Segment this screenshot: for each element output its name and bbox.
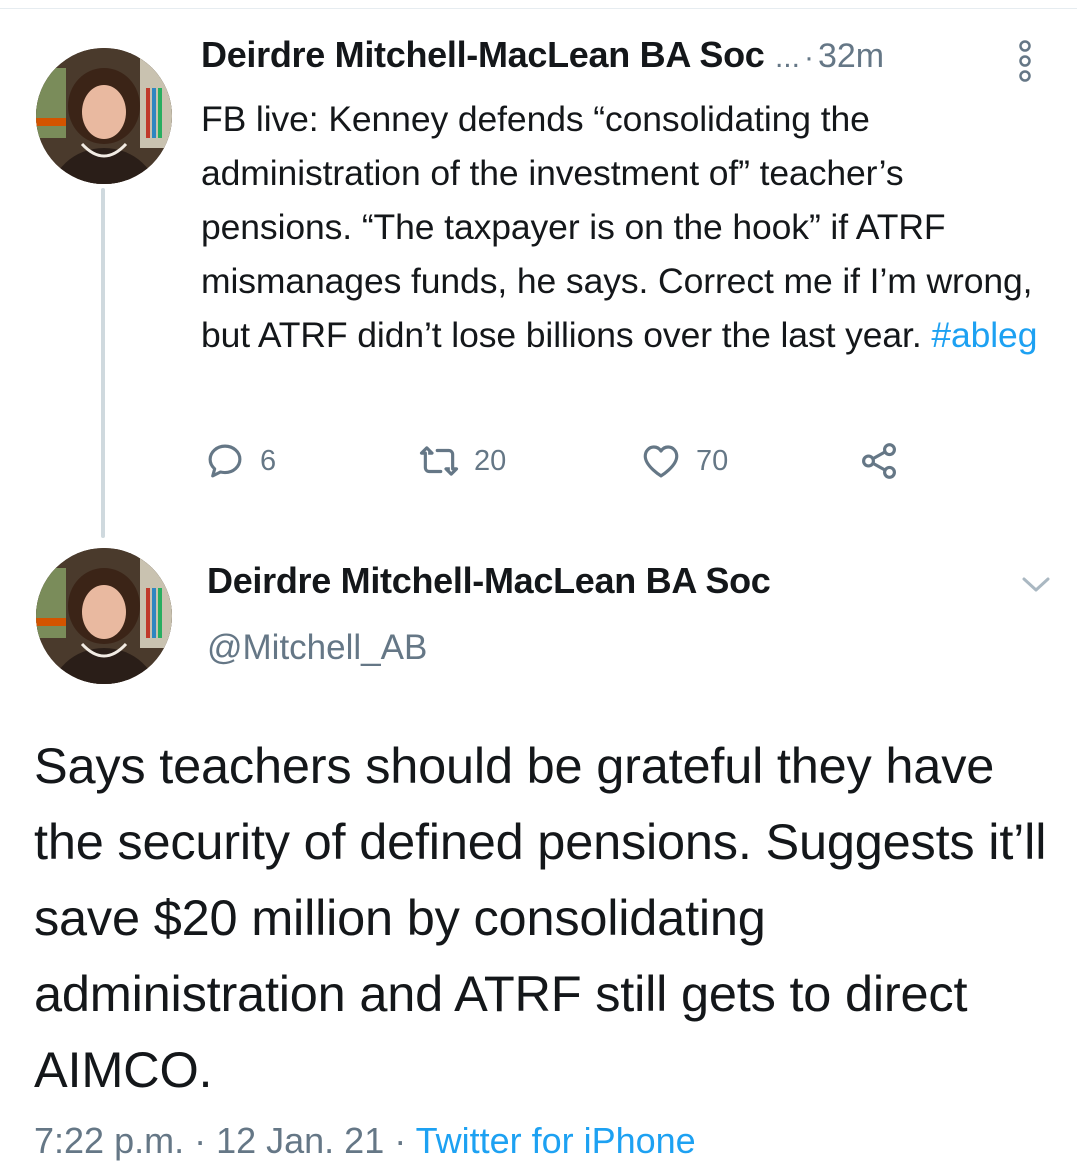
share-button[interactable]	[858, 438, 914, 484]
tweet-source-link[interactable]: Twitter for iPhone	[416, 1120, 696, 1161]
author-name[interactable]: Deirdre Mitchell-MacLean BA Soc	[207, 560, 771, 602]
separator-dot: ·	[184, 1120, 217, 1161]
tweet-text: Says teachers should be grateful they ha…	[34, 737, 1047, 1098]
hashtag-link[interactable]: #ableg	[931, 315, 1037, 355]
avatar[interactable]	[36, 48, 172, 184]
tweet-actions: 6 20 70	[0, 438, 1077, 488]
reply-button[interactable]: 6	[204, 438, 276, 484]
profile-photo	[36, 548, 172, 684]
profile-photo	[36, 48, 172, 184]
reply-icon	[208, 444, 242, 478]
like-icon	[643, 445, 679, 478]
reply-count: 6	[260, 444, 277, 477]
retweet-button[interactable]: 20	[418, 438, 506, 484]
separator-dot: ·	[803, 41, 814, 74]
author-name[interactable]: Deirdre Mitchell-MacLean BA Soc	[201, 34, 765, 75]
like-button[interactable]: 70	[640, 438, 728, 484]
tweet-header: Deirdre Mitchell-MacLean BA Soc ... · 32m	[201, 34, 1041, 90]
author-handle[interactable]: @Mitchell_AB	[207, 628, 427, 668]
name-ellipsis: ...	[774, 41, 800, 74]
retweet-count: 20	[474, 444, 507, 477]
separator-dot: ·	[384, 1120, 416, 1161]
avatar[interactable]	[36, 548, 172, 684]
like-count: 70	[696, 444, 729, 477]
top-divider	[0, 8, 1077, 9]
tweet-text: FB live: Kenney defends “consolidating t…	[201, 92, 1061, 362]
tweet-timestamp[interactable]: 32m	[818, 37, 884, 75]
tweet-time[interactable]: 7:22 p.m.	[34, 1120, 184, 1161]
chevron-down-icon[interactable]	[1018, 572, 1054, 596]
tweet-meta: 7:22 p.m. · 12 Jan. 21 · Twitter for iPh…	[34, 1120, 696, 1162]
tweet-body: FB live: Kenney defends “consolidating t…	[201, 99, 1033, 355]
tweet-date[interactable]: 12 Jan. 21	[216, 1120, 384, 1161]
share-icon	[862, 443, 896, 479]
retweet-icon	[419, 446, 459, 476]
more-icon[interactable]	[1014, 40, 1036, 82]
